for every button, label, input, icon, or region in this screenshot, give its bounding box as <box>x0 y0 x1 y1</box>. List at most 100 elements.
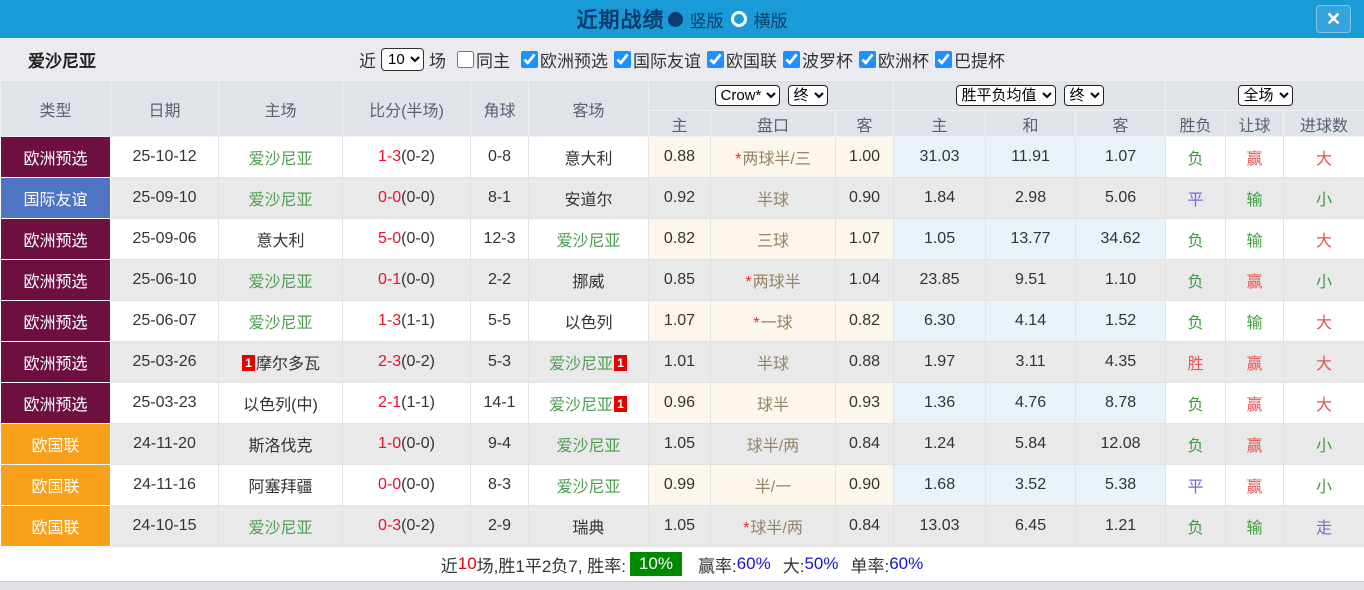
period-header: 全场 <box>1166 81 1364 111</box>
avg-odds-header: 胜平负均值终 <box>894 81 1166 111</box>
close-button[interactable]: ✕ <box>1316 5 1351 33</box>
filter-controls: 近 10 场 同主 欧洲预选国际友谊欧国联波罗杯欧洲杯巴提杯 <box>359 47 1005 72</box>
date-cell: 25-09-10 <box>111 178 219 219</box>
period-select[interactable]: 全场 <box>1238 85 1293 106</box>
away-odds-cell: 0.90 <box>836 465 894 506</box>
home-team-name: 爱沙尼亚 <box>248 315 312 332</box>
star-icon: * <box>735 151 741 168</box>
home-team-cell: 1摩尔多瓦 <box>219 342 343 383</box>
table-row: 欧国联24-11-16阿塞拜疆0-0(0-0)8-3爱沙尼亚0.99半/一0.9… <box>1 465 1364 506</box>
header-date: 日期 <box>111 81 219 137</box>
away-team-name: 挪威 <box>572 274 604 291</box>
table-header: 类型 日期 主场 比分(半场) 角球 客场 Crow*终 胜平负均值终 全场 主… <box>1 81 1364 137</box>
home-odds-cell: 1.01 <box>649 342 711 383</box>
competition-filter[interactable]: 巴提杯 <box>929 47 1005 72</box>
competition-filter[interactable]: 欧洲杯 <box>853 47 929 72</box>
competition-filter[interactable]: 欧洲预选 <box>515 47 608 72</box>
away-team-cell: 安道尔 <box>529 178 649 219</box>
same-home-checkbox[interactable] <box>457 51 474 68</box>
header-away: 客场 <box>529 81 649 137</box>
home-team-name: 阿塞拜疆 <box>248 479 312 496</box>
avg-odds-time-select[interactable]: 终 <box>1064 85 1104 106</box>
red-card-badge: 1 <box>614 355 627 371</box>
away-odds-cell: 0.82 <box>836 301 894 342</box>
big-rate-label: 大: <box>783 552 805 577</box>
score-cell: 0-0(0-0) <box>343 465 471 506</box>
header-home: 主场 <box>219 81 343 137</box>
date-cell: 25-06-10 <box>111 260 219 301</box>
fulltime-score: 2-3 <box>378 353 401 370</box>
avg-odds-select[interactable]: 胜平负均值 <box>956 85 1056 106</box>
summary-prefix: 近 <box>441 552 458 577</box>
competition-checkbox[interactable] <box>707 51 724 68</box>
avg-draw-cell: 5.84 <box>986 424 1076 465</box>
avg-win-cell: 31.03 <box>894 137 986 178</box>
result-cell: 负 <box>1166 260 1226 301</box>
result-cell: 负 <box>1166 383 1226 424</box>
away-odds-cell: 1.07 <box>836 219 894 260</box>
odds-company-select[interactable]: Crow* <box>715 85 780 106</box>
result-cell: 平 <box>1166 178 1226 219</box>
big-rate-value: 50% <box>804 554 838 574</box>
competition-checkbox[interactable] <box>614 51 631 68</box>
competition-label: 欧洲预选 <box>540 47 608 72</box>
goals-cell: 走 <box>1284 506 1364 547</box>
competition-filter[interactable]: 国际友谊 <box>608 47 701 72</box>
subheader-odds-home: 主 <box>649 111 711 137</box>
same-home-filter[interactable]: 同主 <box>451 47 510 72</box>
home-team-name: 爱沙尼亚 <box>248 520 312 537</box>
corners-cell: 8-1 <box>471 178 529 219</box>
avg-win-cell: 1.84 <box>894 178 986 219</box>
fulltime-score: 0-0 <box>378 476 401 493</box>
results-table: 类型 日期 主场 比分(半场) 角球 客场 Crow*终 胜平负均值终 全场 主… <box>0 80 1364 547</box>
result-cell: 负 <box>1166 137 1226 178</box>
avg-lose-cell: 12.08 <box>1076 424 1166 465</box>
score-cell: 2-1(1-1) <box>343 383 471 424</box>
corners-cell: 14-1 <box>471 383 529 424</box>
competition-checkbox[interactable] <box>859 51 876 68</box>
competition-type-cell: 欧国联 <box>1 506 111 547</box>
competition-checkbox[interactable] <box>783 51 800 68</box>
competition-type-cell: 欧洲预选 <box>1 301 111 342</box>
header-score: 比分(半场) <box>343 81 471 137</box>
games-label: 场 <box>429 47 446 72</box>
away-team-name: 爱沙尼亚 <box>556 233 620 250</box>
vertical-layout-radio[interactable] <box>668 12 683 27</box>
fulltime-score: 2-1 <box>378 394 401 411</box>
away-team-cell: 爱沙尼亚 <box>529 424 649 465</box>
away-team-name: 爱沙尼亚 <box>549 397 613 414</box>
goals-cell: 小 <box>1284 424 1364 465</box>
competition-checkbox[interactable] <box>935 51 952 68</box>
match-count-select[interactable]: 10 <box>381 48 424 71</box>
competition-checkbox[interactable] <box>521 51 538 68</box>
competition-filter[interactable]: 波罗杯 <box>777 47 853 72</box>
avg-lose-cell: 5.06 <box>1076 178 1166 219</box>
fulltime-score: 0-1 <box>378 271 401 288</box>
profit-rate-label: 赢率: <box>698 552 737 577</box>
handicap-result-cell: 赢 <box>1226 465 1284 506</box>
handicap-cell: 球半/两 <box>711 424 836 465</box>
score-cell: 0-3(0-2) <box>343 506 471 547</box>
goals-cell: 大 <box>1284 342 1364 383</box>
home-team-name: 爱沙尼亚 <box>248 274 312 291</box>
horizontal-layout-radio[interactable] <box>731 11 747 27</box>
red-card-badge: 1 <box>242 355 255 371</box>
results-table-body: 欧洲预选25-10-12爱沙尼亚1-3(0-2)0-8意大利0.88*两球半/三… <box>1 137 1364 547</box>
table-row: 欧洲预选25-09-06意大利5-0(0-0)12-3爱沙尼亚0.82三球1.0… <box>1 219 1364 260</box>
handicap-cell: 半球 <box>711 342 836 383</box>
avg-draw-cell: 11.91 <box>986 137 1076 178</box>
competition-type-cell: 欧洲预选 <box>1 383 111 424</box>
avg-draw-cell: 2.98 <box>986 178 1076 219</box>
competition-filters: 欧洲预选国际友谊欧国联波罗杯欧洲杯巴提杯 <box>515 47 1005 72</box>
odds-company-time-select[interactable]: 终 <box>788 85 828 106</box>
date-cell: 24-11-16 <box>111 465 219 506</box>
star-icon: * <box>753 315 759 332</box>
away-team-name: 安道尔 <box>564 192 612 209</box>
competition-filter[interactable]: 欧国联 <box>701 47 777 72</box>
halftime-score: (0-0) <box>401 476 435 493</box>
near-label: 近 <box>359 47 376 72</box>
away-team-cell: 爱沙尼亚 <box>529 219 649 260</box>
corners-cell: 2-9 <box>471 506 529 547</box>
goals-cell: 小 <box>1284 465 1364 506</box>
avg-lose-cell: 4.35 <box>1076 342 1166 383</box>
